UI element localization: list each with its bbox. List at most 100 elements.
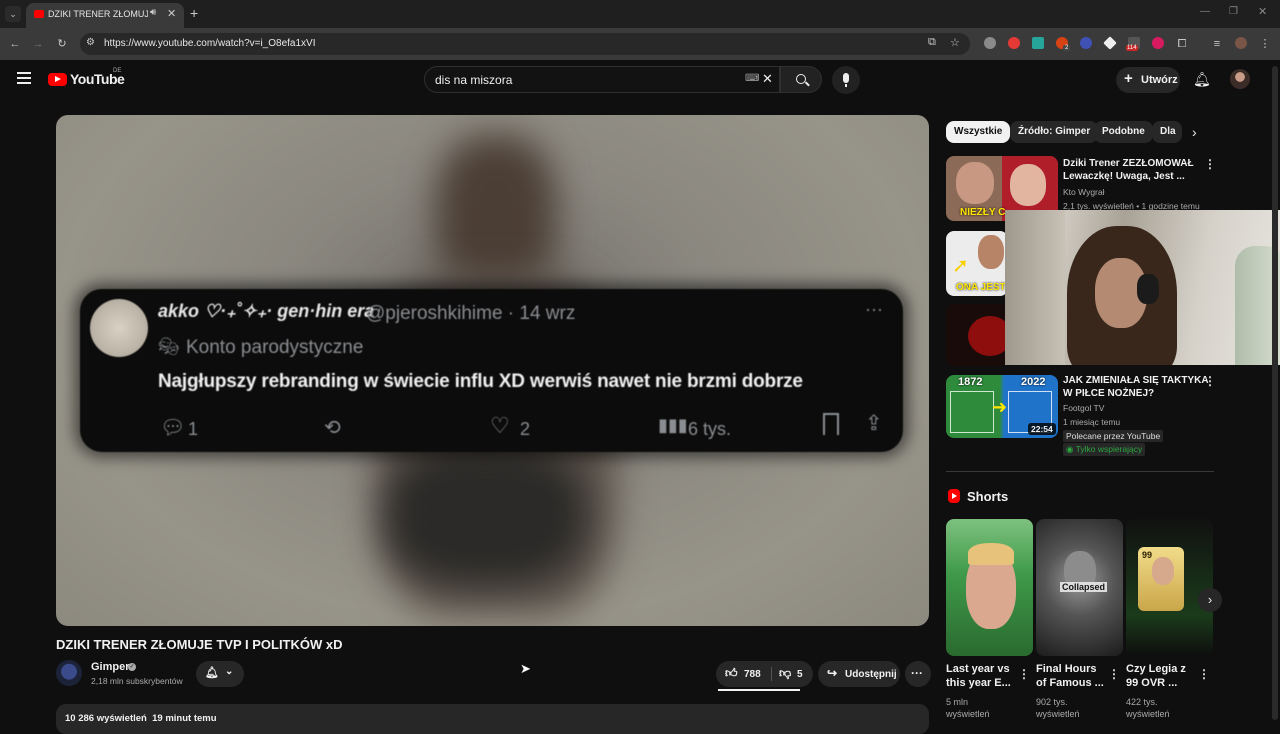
recommended-title-4a[interactable]: JAK ZMIENIAŁA SIĘ TAKTYKA — [1063, 374, 1209, 387]
thumbs-up-icon: 👍︎ — [725, 666, 738, 680]
short-more-icon-1[interactable]: ⋮ — [1018, 668, 1030, 680]
reload-icon[interactable]: ↻ — [55, 37, 69, 51]
forward-icon[interactable]: → — [31, 37, 45, 51]
parody-mask-icon: 🎭︎ — [158, 337, 180, 356]
restore-icon[interactable]: ❐ — [1229, 6, 1238, 17]
account-avatar[interactable] — [1230, 69, 1250, 89]
thumb-year-left: 1872 — [958, 376, 983, 388]
recommended-channel-1[interactable]: Kto Wygrał — [1063, 187, 1105, 197]
short-title-2[interactable]: Final Hours of Famous ... — [1036, 662, 1108, 690]
thumb-arrow-right: ➜ — [992, 397, 1008, 417]
short-thumbnail-2[interactable]: Collapsed — [1036, 519, 1123, 656]
tweet-text: Najgłupszy rebranding w świecie influ XD… — [158, 371, 803, 392]
notifications-bell-icon[interactable]: 🔔︎ — [1193, 71, 1211, 88]
url-text[interactable]: https://www.youtube.com/watch?v=i_O8efa1… — [104, 38, 316, 49]
short-more-icon-2[interactable]: ⋮ — [1108, 668, 1120, 680]
chip-related[interactable]: Podobne — [1094, 121, 1153, 143]
supporters-dot-icon: ◉ — [1066, 444, 1076, 454]
thumb-face — [978, 235, 1004, 269]
microphone-icon — [843, 73, 849, 83]
clear-search-icon[interactable]: ✕ — [762, 71, 773, 87]
omnibox[interactable]: ⚙ https://www.youtube.com/watch?v=i_O8ef… — [80, 33, 970, 55]
chip-for-you[interactable]: Dla — [1152, 121, 1182, 143]
browser-tab-active[interactable]: DZIKI TRENER ZŁOMUJE TV 🔊︎ ✕ — [26, 3, 184, 28]
minimize-icon[interactable]: — — [1200, 6, 1210, 17]
create-button[interactable]: + Utwórz — [1116, 67, 1180, 93]
chips-next-chevron-icon[interactable]: › — [1192, 124, 1197, 140]
tab-list-button[interactable]: ⌄ — [5, 6, 21, 22]
more-actions-button[interactable]: ··· — [905, 661, 931, 687]
short-thumbnail-1[interactable] — [946, 519, 1033, 656]
extension-2-icon[interactable] — [1008, 37, 1020, 49]
subscriber-count: 2,18 mln subskrybentów — [91, 676, 183, 686]
recommended-title-1a[interactable]: Dziki Trener ZEZŁOMOWAŁ — [1063, 157, 1194, 170]
recommended-title-1b[interactable]: Lewaczkę! Uwaga, Jest ... — [1063, 170, 1185, 183]
voice-search-button[interactable] — [832, 66, 860, 94]
tweet-share-icon: ⇪ — [865, 412, 883, 435]
install-app-icon[interactable]: ⧉ — [928, 36, 936, 49]
search-input[interactable]: dis na miszora ⌨ ✕ — [424, 66, 780, 93]
share-button[interactable]: ↪ Udostępnij — [818, 661, 900, 687]
bookmark-star-icon[interactable]: ☆ — [950, 36, 960, 49]
recommended-thumbnail-2[interactable]: ➚ ONA JEST — [946, 231, 1008, 296]
profile-avatar-icon[interactable] — [1235, 37, 1247, 49]
page-scrollbar[interactable] — [1272, 66, 1278, 720]
extension-8-icon[interactable] — [1152, 37, 1164, 49]
video-duration: 22:54 — [1028, 423, 1056, 435]
speaker-icon[interactable]: 🔊︎ — [150, 7, 156, 18]
shorts-logo-icon — [948, 489, 960, 503]
window-close-icon[interactable]: ✕ — [1258, 5, 1267, 18]
extension-5-icon[interactable] — [1080, 37, 1092, 49]
like-count: 788 — [744, 669, 761, 680]
channel-name[interactable]: Gimper — [91, 661, 130, 673]
thumb-red-shape — [968, 316, 1008, 356]
shorts-next-button[interactable]: › — [1198, 588, 1222, 612]
extension-3-icon[interactable] — [1032, 37, 1044, 49]
tweet-account-badge: Konto parodystyczne — [186, 337, 364, 358]
new-tab-icon[interactable]: + — [190, 5, 198, 21]
tweet-avatar — [90, 299, 148, 357]
search-button[interactable] — [780, 66, 822, 93]
youtube-logo[interactable]: YouTube DE — [48, 68, 128, 89]
short-more-icon-3[interactable]: ⋮ — [1198, 668, 1210, 680]
chip-all[interactable]: Wszystkie — [946, 121, 1011, 143]
tweet-handle: @pjeroshkihime · 14 wrz — [366, 303, 576, 324]
youtube-play-logo-icon — [48, 73, 67, 86]
verified-check-icon: ✓ — [128, 663, 136, 671]
sidebar-divider — [946, 471, 1214, 472]
channel-avatar[interactable] — [56, 660, 82, 686]
short-views-2: 902 tys. wyświetleń — [1036, 697, 1080, 719]
browser-menu-icon[interactable]: ⋮ — [1258, 37, 1272, 51]
dislike-button[interactable]: 👎︎ 5 — [773, 661, 813, 687]
chip-source-gimper[interactable]: Źródło: Gimper — [1010, 121, 1099, 143]
webcam-overlay — [1005, 210, 1280, 365]
thumb-face-left — [956, 162, 994, 204]
subscription-bell-button[interactable]: 🔔︎ ⌄ — [196, 661, 244, 687]
back-icon[interactable]: ← — [8, 37, 22, 51]
short-title-1[interactable]: Last year vs this year E... — [946, 662, 1018, 690]
dislike-count: 5 — [797, 669, 803, 680]
keyboard-icon[interactable]: ⌨ — [745, 73, 759, 84]
extension-1-icon[interactable] — [984, 37, 996, 49]
tab-close-icon[interactable]: ✕ — [167, 7, 176, 20]
recommended-channel-4[interactable]: Footgol TV — [1063, 403, 1104, 413]
reading-list-icon[interactable]: ≡ — [1210, 37, 1224, 51]
recommended-title-4b[interactable]: W PIŁCE NOŻNEJ? — [1063, 387, 1154, 400]
hamburger-menu-icon[interactable] — [17, 72, 31, 84]
recommended-more-icon-4[interactable]: ⋮ — [1204, 375, 1216, 387]
tweet-reply-count: 1 — [188, 419, 199, 439]
extensions-puzzle-icon[interactable]: ⧠ — [1175, 37, 1189, 51]
recommended-thumbnail-3[interactable] — [946, 304, 1008, 366]
short-title-3[interactable]: Czy Legia z 99 OVR ... — [1126, 662, 1198, 690]
site-info-icon[interactable]: ⚙ — [86, 37, 95, 48]
shorts-heading: Shorts — [967, 489, 1009, 504]
recommended-thumbnail-4[interactable]: 1872 2022 ➜ 22:54 — [946, 375, 1058, 438]
supporters-only-badge: ◉ Tylko wspierający — [1063, 443, 1146, 456]
video-player[interactable]: akko ♡·₊˚✧₊· gen·hin era @pjeroshkihime … — [56, 115, 929, 626]
short-thumbnail-3[interactable]: 99 — [1126, 519, 1213, 656]
recommended-more-icon-1[interactable]: ⋮ — [1204, 158, 1216, 170]
thumb-year-right: 2022 — [1021, 376, 1046, 388]
like-button[interactable]: 👍︎ 788 — [716, 661, 768, 687]
recommended-by-youtube-badge: Polecane przez YouTube — [1063, 430, 1164, 442]
description-box[interactable]: 10 286 wyświetleń 19 minut temu — [56, 704, 929, 734]
